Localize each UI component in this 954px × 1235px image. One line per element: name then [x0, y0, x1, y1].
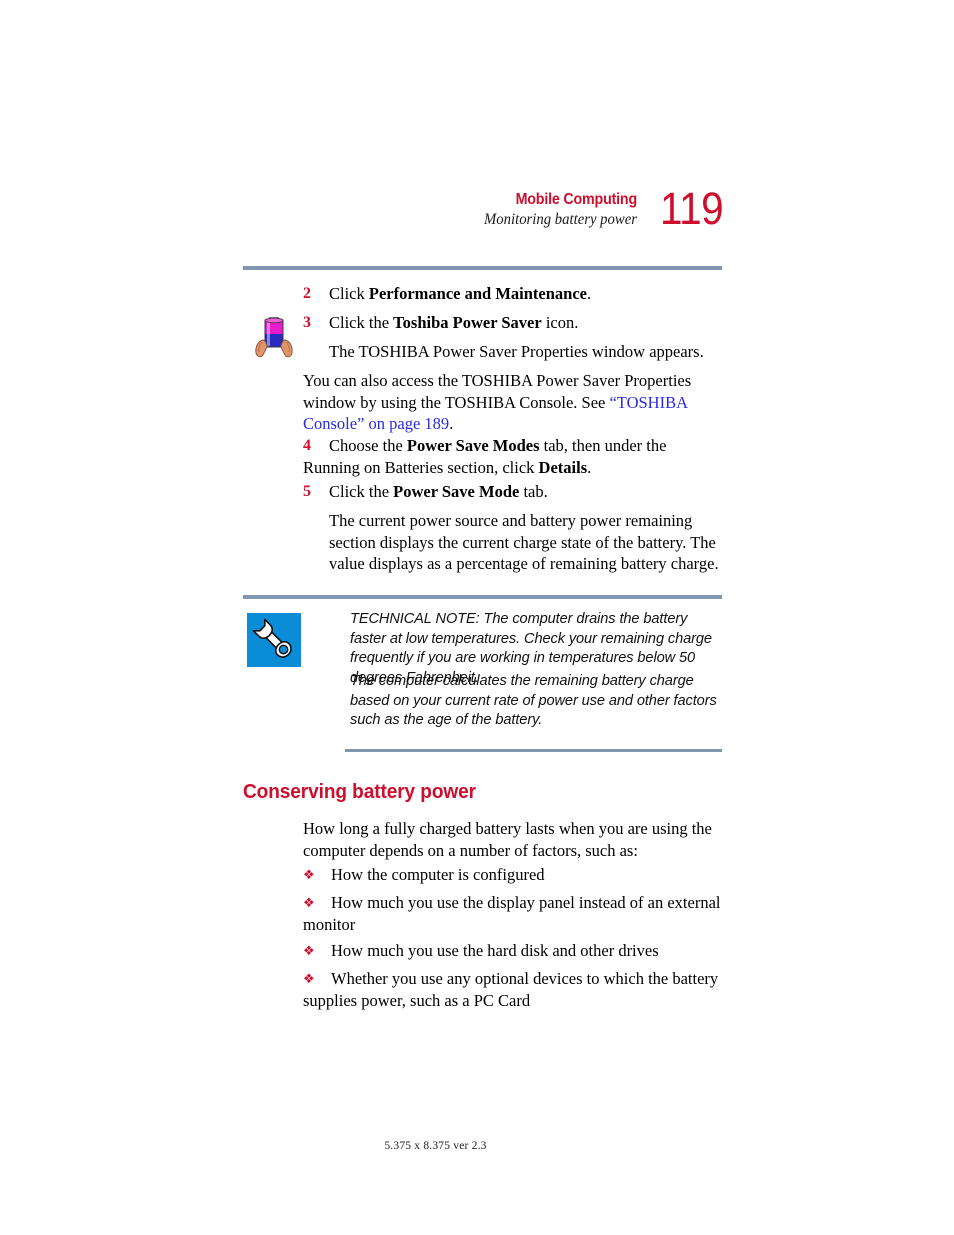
step-item-4: 4 Choose the Power Save Modes tab, then … — [303, 435, 703, 478]
step-emphasis-2: Details — [538, 457, 588, 477]
step-number: 4 — [303, 437, 311, 454]
step-number: 3 — [303, 314, 311, 331]
paragraph-also-access: You can also access the TOSHIBA Power Sa… — [303, 370, 715, 435]
list-item: ❖ How the computer is configured — [303, 864, 723, 886]
header-section-title: Monitoring battery power — [484, 211, 637, 228]
list-item: ❖ How much you use the hard disk and oth… — [303, 940, 723, 962]
bullet-diamond-icon: ❖ — [303, 972, 315, 987]
bullet-diamond-icon: ❖ — [303, 896, 315, 911]
list-item-text: How the computer is configured — [331, 865, 545, 884]
list-item-text: Whether you use any optional devices to … — [303, 969, 719, 1010]
step-emphasis: Toshiba Power Saver — [393, 313, 542, 332]
step-emphasis: Performance and Maintenance — [368, 284, 587, 303]
bullet-diamond-icon: ❖ — [303, 944, 315, 959]
battery-in-hands-icon — [253, 316, 295, 360]
section-intro-paragraph: How long a fully charged battery lasts w… — [303, 819, 712, 860]
header-chapter-title: Mobile Computing — [515, 191, 638, 208]
running-header: Mobile Computing Monitoring battery powe… — [243, 183, 723, 252]
step-emphasis: Power Save Modes — [406, 436, 540, 455]
header-text-group: Mobile Computing Monitoring battery powe… — [237, 190, 637, 231]
paragraph-window-appears: The TOSHIBA Power Saver Properties windo… — [329, 342, 704, 361]
document-page: Mobile Computing Monitoring battery powe… — [0, 0, 954, 1235]
list-item: ❖ How much you use the display panel ins… — [303, 892, 723, 935]
footer-text: 5.375 x 8.375 ver 2.3 — [384, 1140, 487, 1152]
step-number: 2 — [303, 285, 311, 302]
list-item-text: How much you use the display panel inste… — [303, 893, 721, 934]
technical-note-paragraph-2: The computer calculates the remaining ba… — [350, 673, 717, 728]
step-text: Click the Toshiba Power Saver icon. — [329, 313, 579, 332]
paragraph-charge-state: The current power source and battery pow… — [329, 511, 719, 573]
header-divider-rule — [243, 266, 722, 270]
step-text: Click the Power Save Mode tab. — [329, 482, 548, 501]
technical-note-top-rule — [243, 595, 722, 599]
step-item-5: 5 Click the Power Save Mode tab. — [303, 481, 723, 503]
step-emphasis: Power Save Mode — [393, 482, 520, 501]
list-item-text: How much you use the hard disk and other… — [331, 941, 659, 960]
step-item-2: 2 Click Performance and Maintenance. — [303, 283, 723, 305]
section-heading-conserving-battery-power: Conserving battery power — [243, 780, 476, 803]
technical-note-bottom-rule — [345, 749, 722, 752]
list-item: ❖ Whether you use any optional devices t… — [303, 968, 723, 1011]
step-item-3: 3 Click the Toshiba Power Saver icon. — [303, 312, 723, 334]
paragraph-text-end: . — [449, 414, 454, 433]
bullet-diamond-icon: ❖ — [303, 868, 315, 883]
step-text: Click Performance and Maintenance. — [329, 284, 592, 303]
wrench-icon — [247, 613, 301, 667]
step-number: 5 — [303, 483, 311, 500]
step-text: Choose the Power Save Modes tab, then un… — [303, 436, 667, 477]
page-number: 119 — [659, 183, 724, 234]
page-footer: 5.375 x 8.375 ver 2.3 — [0, 1140, 954, 1152]
